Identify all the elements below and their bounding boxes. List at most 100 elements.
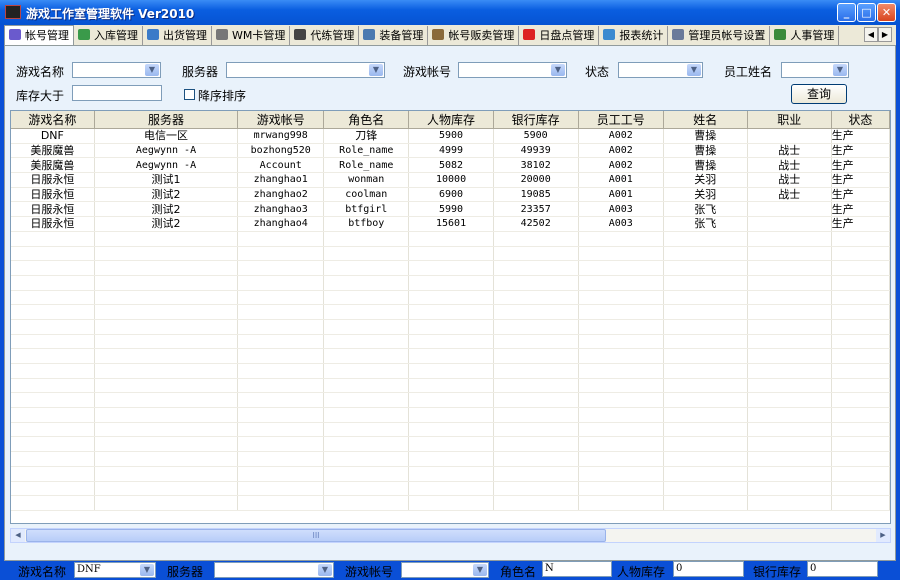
table-row[interactable] bbox=[11, 392, 890, 409]
table-row[interactable]: 美服魔兽 Aegwynn -A bozhong520 Role_name 4999 499… bbox=[11, 143, 890, 159]
table-cell: mrwang998 bbox=[237, 128, 325, 144]
tab-6[interactable]: 装备管理 bbox=[359, 26, 429, 45]
table-row[interactable] bbox=[11, 246, 890, 262]
edit-role-input[interactable]: N bbox=[542, 561, 612, 577]
table-row[interactable] bbox=[11, 363, 890, 379]
tab-scroll-right-button[interactable]: ▶ bbox=[878, 27, 892, 42]
tab-icon bbox=[147, 29, 159, 40]
scroll-left-button[interactable]: ◀ bbox=[11, 529, 25, 542]
tab-4[interactable]: WM卡管理 bbox=[212, 26, 291, 45]
table-row[interactable] bbox=[11, 495, 890, 511]
table-row[interactable]: 美服魔兽 Aegwynn -A Account Role_name 5082 38102 A… bbox=[11, 157, 890, 174]
table-cell bbox=[747, 260, 832, 276]
column-header[interactable]: 职业 bbox=[747, 111, 832, 129]
column-header[interactable]: 人物库存 bbox=[408, 111, 494, 129]
edit-game-name-select[interactable]: DNF ▼ bbox=[74, 562, 156, 578]
table-row[interactable] bbox=[11, 275, 890, 291]
table-cell bbox=[237, 466, 325, 482]
edit-server-select[interactable]: ▼ bbox=[214, 562, 334, 578]
column-header[interactable]: 员工工号 bbox=[578, 111, 664, 129]
table-row[interactable] bbox=[11, 260, 890, 276]
column-header[interactable]: 服务器 bbox=[94, 111, 239, 129]
table-row[interactable]: 日服永恒 测试2 zhanghao2 coolman 6900 19085 A001 关羽 战士… bbox=[11, 187, 890, 203]
game-name-select[interactable]: ▼ bbox=[72, 62, 161, 78]
tab-11[interactable]: 人事管理 bbox=[770, 26, 840, 45]
server-select[interactable]: ▼ bbox=[226, 62, 385, 78]
table-cell bbox=[493, 334, 579, 350]
table-row[interactable] bbox=[11, 466, 890, 482]
table-row[interactable]: DNF 电信一区 mrwang998 刀锋 5900 5900 A002 曹操 生产 bbox=[11, 128, 890, 144]
table-row[interactable]: 日服永恒 测试1 zhanghao1 wonman 10000 20000 A001 关羽 战士… bbox=[11, 172, 890, 188]
column-header[interactable]: 姓名 bbox=[663, 111, 748, 129]
column-header[interactable]: 游戏名称 bbox=[11, 111, 95, 129]
tab-icon bbox=[294, 29, 307, 40]
horizontal-scrollbar[interactable]: ◀ III ▶ bbox=[10, 528, 891, 543]
table-row[interactable] bbox=[11, 348, 890, 364]
table-row[interactable] bbox=[11, 407, 890, 423]
scrollbar-thumb[interactable]: III bbox=[26, 529, 606, 542]
tab-icon bbox=[78, 29, 90, 40]
table-cell bbox=[11, 466, 95, 482]
table-cell bbox=[747, 201, 832, 218]
tab-7[interactable]: 帐号贩卖管理 bbox=[428, 26, 520, 45]
table-cell bbox=[94, 481, 239, 497]
account-panel: 游戏名称 ▼ 服务器 ▼ 游戏帐号 ▼ 状态 ▼ 员工姓名 ▼ 库存大于 降序排… bbox=[4, 45, 896, 579]
column-header[interactable]: 角色名 bbox=[323, 111, 410, 129]
table-row[interactable]: 日服永恒 测试2 zhanghao4 btfboy 15601 42502 A003 张飞 生产 bbox=[11, 216, 890, 232]
tab-3[interactable]: 出货管理 bbox=[143, 26, 212, 45]
edit-char-stock-input[interactable]: 0 bbox=[673, 561, 744, 577]
table-cell bbox=[493, 466, 579, 482]
close-button[interactable]: ✕ bbox=[877, 3, 896, 22]
column-header[interactable]: 游戏帐号 bbox=[237, 111, 325, 129]
table-cell: 张飞 bbox=[663, 201, 748, 218]
minimize-button[interactable]: _ bbox=[837, 3, 856, 22]
tab-8[interactable]: 日盘点管理 bbox=[519, 26, 600, 45]
table-row[interactable] bbox=[11, 436, 890, 453]
table-cell bbox=[493, 422, 579, 438]
table-cell bbox=[237, 378, 325, 394]
table-cell bbox=[237, 319, 325, 335]
account-select[interactable]: ▼ bbox=[458, 62, 567, 78]
game-name-label: 游戏名称 bbox=[16, 65, 65, 79]
tab-scroll-left-button[interactable]: ◀ bbox=[864, 27, 878, 42]
table-cell bbox=[94, 304, 239, 320]
status-select[interactable]: ▼ bbox=[618, 62, 703, 78]
edit-role-label: 角色名 bbox=[500, 565, 537, 579]
table-row[interactable] bbox=[11, 290, 890, 306]
column-header[interactable]: 状态 bbox=[831, 111, 890, 129]
edit-bank-stock-input[interactable]: 0 bbox=[807, 561, 878, 577]
edit-account-select[interactable]: ▼ bbox=[401, 562, 489, 578]
table-row[interactable] bbox=[11, 304, 890, 320]
tab-9[interactable]: 报表统计 bbox=[599, 26, 669, 45]
table-row[interactable] bbox=[11, 481, 890, 497]
tab-5[interactable]: 代练管理 bbox=[290, 26, 360, 45]
table-row[interactable] bbox=[11, 451, 890, 467]
tab-10[interactable]: 管理员帐号设置 bbox=[668, 26, 771, 45]
table-row[interactable] bbox=[11, 378, 890, 394]
table-row[interactable] bbox=[11, 334, 890, 350]
tab-1[interactable]: 帐号管理 bbox=[4, 25, 74, 45]
table-cell bbox=[408, 334, 494, 350]
tab-2[interactable]: 入库管理 bbox=[74, 26, 143, 45]
table-row[interactable] bbox=[11, 319, 890, 335]
employee-name-select[interactable]: ▼ bbox=[781, 62, 849, 78]
maximize-button[interactable]: □ bbox=[857, 3, 876, 22]
table-cell: 曹操 bbox=[663, 157, 748, 174]
scroll-right-button[interactable]: ▶ bbox=[876, 529, 890, 542]
table-cell bbox=[408, 378, 494, 394]
table-cell bbox=[831, 334, 890, 350]
table-row[interactable] bbox=[11, 231, 890, 247]
table-cell bbox=[663, 290, 748, 306]
stock-gt-input[interactable] bbox=[72, 85, 162, 101]
column-header[interactable]: 银行库存 bbox=[493, 111, 579, 129]
table-row[interactable]: 日服永恒 测试2 zhanghao3 btfgirl 5990 23357 A003 张飞 生产 bbox=[11, 201, 890, 218]
table-cell bbox=[408, 451, 494, 467]
table-cell bbox=[323, 246, 410, 262]
table-cell bbox=[11, 407, 95, 423]
desc-sort-checkbox[interactable] bbox=[184, 89, 195, 100]
table-row[interactable] bbox=[11, 422, 890, 438]
tab-label: 出货管理 bbox=[163, 29, 207, 42]
table-cell bbox=[237, 246, 325, 262]
query-button[interactable]: 查询 bbox=[791, 84, 847, 104]
tab-label: 管理员帐号设置 bbox=[688, 29, 766, 42]
